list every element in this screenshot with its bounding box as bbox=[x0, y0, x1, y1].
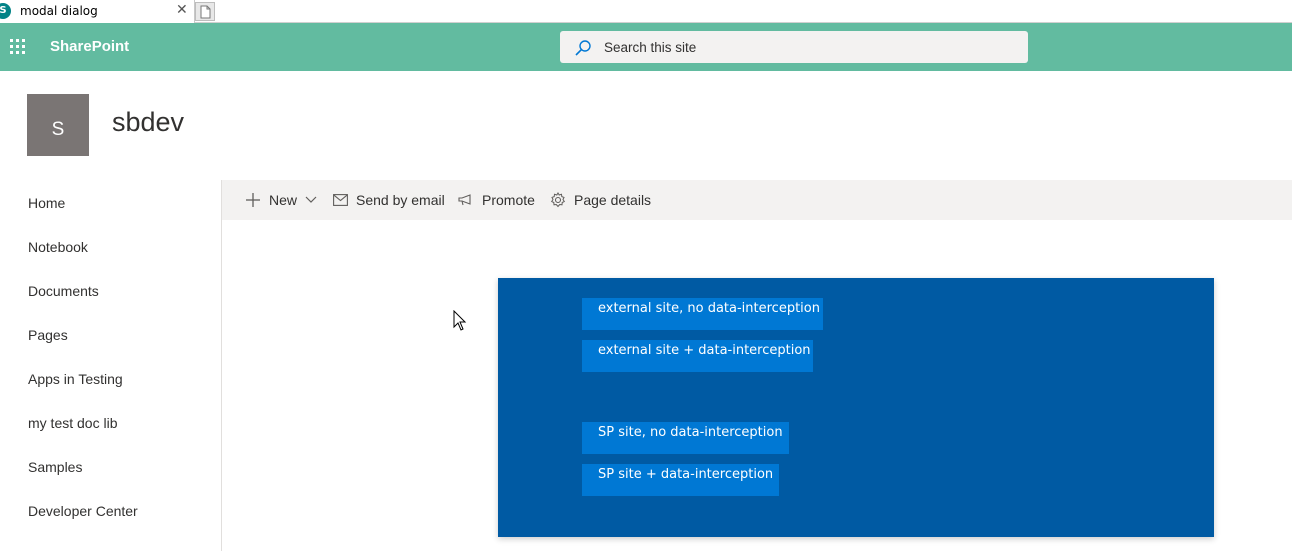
left-navigation: Home Notebook Documents Pages Apps in Te… bbox=[0, 180, 222, 551]
nav-item-documents[interactable]: Documents bbox=[28, 283, 99, 299]
new-tab-icon bbox=[200, 5, 211, 19]
gear-icon bbox=[550, 192, 566, 208]
page-details-button[interactable]: Page details bbox=[550, 180, 651, 220]
search-icon bbox=[575, 40, 591, 56]
promote-button[interactable]: Promote bbox=[458, 180, 535, 220]
app-launcher-icon[interactable] bbox=[10, 39, 26, 55]
mouse-cursor-icon bbox=[453, 310, 467, 331]
command-bar: New Send by email Promote Page details bbox=[222, 180, 1292, 220]
site-header: S sbdev bbox=[0, 71, 1292, 180]
page-details-label: Page details bbox=[574, 192, 652, 208]
webpart-panel: external site, no data-interception exte… bbox=[498, 278, 1214, 537]
new-button[interactable]: New bbox=[245, 180, 317, 220]
send-by-email-button[interactable]: Send by email bbox=[333, 180, 445, 220]
site-logo[interactable]: S bbox=[27, 94, 89, 156]
nav-item-home[interactable]: Home bbox=[28, 195, 65, 211]
send-by-email-label: Send by email bbox=[356, 192, 445, 208]
new-button-label: New bbox=[269, 192, 298, 208]
suite-bar: SharePoint Search this site bbox=[0, 23, 1292, 71]
nav-item-apps-in-testing[interactable]: Apps in Testing bbox=[28, 371, 123, 387]
mail-icon bbox=[333, 194, 348, 206]
nav-item-pages[interactable]: Pages bbox=[28, 327, 68, 343]
sp-site-interception-button[interactable]: SP site + data-interception bbox=[582, 464, 779, 496]
nav-item-samples[interactable]: Samples bbox=[28, 459, 82, 475]
nav-item-my-test-doc-lib[interactable]: my test doc lib bbox=[28, 415, 117, 431]
promote-label: Promote bbox=[482, 192, 535, 208]
nav-item-notebook[interactable]: Notebook bbox=[28, 239, 88, 255]
tab-close-icon[interactable]: ✕ bbox=[176, 2, 188, 18]
chevron-down-icon bbox=[305, 196, 317, 203]
external-site-no-interception-button[interactable]: external site, no data-interception bbox=[582, 298, 823, 330]
browser-tab-strip: S modal dialog ✕ bbox=[0, 0, 1292, 23]
search-input[interactable]: Search this site bbox=[604, 40, 696, 55]
sharepoint-favicon-icon: S bbox=[0, 3, 11, 19]
sp-site-no-interception-button[interactable]: SP site, no data-interception bbox=[582, 422, 789, 454]
nav-item-developer-center[interactable]: Developer Center bbox=[28, 503, 138, 519]
new-tab-button[interactable] bbox=[195, 2, 215, 21]
external-site-interception-button[interactable]: external site + data-interception bbox=[582, 340, 813, 372]
sharepoint-brand-link[interactable]: SharePoint bbox=[50, 38, 129, 55]
tab-title: modal dialog bbox=[20, 4, 98, 18]
plus-icon bbox=[246, 193, 260, 207]
search-box[interactable]: Search this site bbox=[560, 31, 1028, 63]
megaphone-icon bbox=[458, 194, 471, 206]
browser-tab[interactable]: S modal dialog ✕ bbox=[0, 0, 195, 23]
site-title[interactable]: sbdev bbox=[112, 107, 184, 138]
